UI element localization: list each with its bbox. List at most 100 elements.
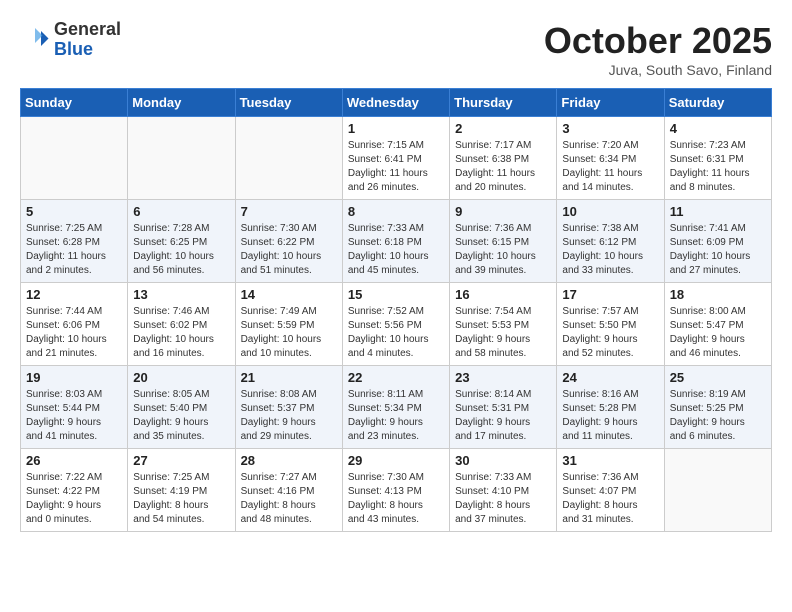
day-number: 30 (455, 453, 551, 468)
day-info: Sunrise: 8:16 AM Sunset: 5:28 PM Dayligh… (562, 388, 658, 444)
day-info: Sunrise: 7:36 AM Sunset: 4:07 PM Dayligh… (562, 471, 658, 527)
day-info: Sunrise: 7:20 AM Sunset: 6:34 PM Dayligh… (562, 139, 658, 195)
day-number: 17 (562, 287, 658, 302)
weekday-header-friday: Friday (557, 89, 664, 117)
day-info: Sunrise: 7:27 AM Sunset: 4:16 PM Dayligh… (241, 471, 337, 527)
day-info: Sunrise: 7:33 AM Sunset: 6:18 PM Dayligh… (348, 222, 444, 278)
day-info: Sunrise: 8:11 AM Sunset: 5:34 PM Dayligh… (348, 388, 444, 444)
day-number: 7 (241, 204, 337, 219)
day-info: Sunrise: 7:15 AM Sunset: 6:41 PM Dayligh… (348, 139, 444, 195)
day-number: 3 (562, 121, 658, 136)
title-block: October 2025 Juva, South Savo, Finland (544, 20, 772, 78)
weekday-header-saturday: Saturday (664, 89, 771, 117)
month-title: October 2025 (544, 20, 772, 62)
calendar-week-row: 12 Sunrise: 7:44 AM Sunset: 6:06 PM Dayli… (21, 283, 772, 366)
calendar-cell: 22 Sunrise: 8:11 AM Sunset: 5:34 PM Dayli… (342, 366, 449, 449)
calendar-week-row: 5Sunrise: 7:25 AM Sunset: 6:28 PM Daylig… (21, 200, 772, 283)
day-info: Sunrise: 7:30 AM Sunset: 4:13 PM Dayligh… (348, 471, 444, 527)
day-number: 2 (455, 121, 551, 136)
logo: General Blue (20, 20, 121, 60)
day-info: Sunrise: 7:44 AM Sunset: 6:06 PM Dayligh… (26, 305, 122, 361)
day-number: 27 (133, 453, 229, 468)
day-info: Sunrise: 7:49 AM Sunset: 5:59 PM Dayligh… (241, 305, 337, 361)
day-info: Sunrise: 7:57 AM Sunset: 5:50 PM Dayligh… (562, 305, 658, 361)
day-number: 11 (670, 204, 766, 219)
day-number: 15 (348, 287, 444, 302)
calendar-cell: 20 Sunrise: 8:05 AM Sunset: 5:40 PM Dayli… (128, 366, 235, 449)
weekday-header-monday: Monday (128, 89, 235, 117)
day-info: Sunrise: 7:23 AM Sunset: 6:31 PM Dayligh… (670, 139, 766, 195)
day-number: 20 (133, 370, 229, 385)
calendar-cell: 9 Sunrise: 7:36 AM Sunset: 6:15 PM Daylig… (450, 200, 557, 283)
day-info: Sunrise: 7:17 AM Sunset: 6:38 PM Dayligh… (455, 139, 551, 195)
day-number: 16 (455, 287, 551, 302)
day-number: 9 (455, 204, 551, 219)
day-number: 18 (670, 287, 766, 302)
day-info: Sunrise: 7:28 AM Sunset: 6:25 PM Dayligh… (133, 222, 229, 278)
day-number: 4 (670, 121, 766, 136)
day-info: Sunrise: 7:38 AM Sunset: 6:12 PM Dayligh… (562, 222, 658, 278)
day-number: 29 (348, 453, 444, 468)
calendar-cell: 29 Sunrise: 7:30 AM Sunset: 4:13 PM Dayli… (342, 449, 449, 532)
day-info: Sunrise: 7:25 AM Sunset: 4:19 PM Dayligh… (133, 471, 229, 527)
calendar-week-row: 26 Sunrise: 7:22 AM Sunset: 4:22 PM Dayli… (21, 449, 772, 532)
day-info: Sunrise: 7:54 AM Sunset: 5:53 PM Dayligh… (455, 305, 551, 361)
day-info: Sunrise: 8:19 AM Sunset: 5:25 PM Dayligh… (670, 388, 766, 444)
calendar-cell: 8Sunrise: 7:33 AM Sunset: 6:18 PM Daylig… (342, 200, 449, 283)
day-number: 26 (26, 453, 122, 468)
day-info: Sunrise: 7:30 AM Sunset: 6:22 PM Dayligh… (241, 222, 337, 278)
calendar-cell: 2 Sunrise: 7:17 AM Sunset: 6:38 PM Daylig… (450, 117, 557, 200)
day-number: 22 (348, 370, 444, 385)
day-info: Sunrise: 7:22 AM Sunset: 4:22 PM Dayligh… (26, 471, 122, 527)
calendar-cell: 19 Sunrise: 8:03 AM Sunset: 5:44 PM Dayli… (21, 366, 128, 449)
logo-blue-text: Blue (54, 40, 121, 60)
day-number: 31 (562, 453, 658, 468)
day-number: 13 (133, 287, 229, 302)
day-number: 6 (133, 204, 229, 219)
calendar-cell: 4 Sunrise: 7:23 AM Sunset: 6:31 PM Daylig… (664, 117, 771, 200)
calendar-cell: 6 Sunrise: 7:28 AM Sunset: 6:25 PM Daylig… (128, 200, 235, 283)
calendar-cell: 30 Sunrise: 7:33 AM Sunset: 4:10 PM Dayli… (450, 449, 557, 532)
page-header: General Blue October 2025 Juva, South Sa… (20, 20, 772, 78)
calendar-header-row: SundayMondayTuesdayWednesdayThursdayFrid… (21, 89, 772, 117)
day-info: Sunrise: 7:33 AM Sunset: 4:10 PM Dayligh… (455, 471, 551, 527)
day-number: 12 (26, 287, 122, 302)
calendar-cell: 24 Sunrise: 8:16 AM Sunset: 5:28 PM Dayli… (557, 366, 664, 449)
day-info: Sunrise: 8:03 AM Sunset: 5:44 PM Dayligh… (26, 388, 122, 444)
calendar-cell (664, 449, 771, 532)
weekday-header-wednesday: Wednesday (342, 89, 449, 117)
day-info: Sunrise: 7:46 AM Sunset: 6:02 PM Dayligh… (133, 305, 229, 361)
calendar-cell: 11 Sunrise: 7:41 AM Sunset: 6:09 PM Dayli… (664, 200, 771, 283)
day-number: 19 (26, 370, 122, 385)
calendar-cell: 12 Sunrise: 7:44 AM Sunset: 6:06 PM Dayli… (21, 283, 128, 366)
logo-general-text: General (54, 20, 121, 40)
day-info: Sunrise: 7:36 AM Sunset: 6:15 PM Dayligh… (455, 222, 551, 278)
logo-icon (20, 25, 50, 55)
calendar-cell: 13 Sunrise: 7:46 AM Sunset: 6:02 PM Dayli… (128, 283, 235, 366)
day-info: Sunrise: 8:14 AM Sunset: 5:31 PM Dayligh… (455, 388, 551, 444)
calendar-cell: 26 Sunrise: 7:22 AM Sunset: 4:22 PM Dayli… (21, 449, 128, 532)
calendar-cell: 31 Sunrise: 7:36 AM Sunset: 4:07 PM Dayli… (557, 449, 664, 532)
day-info: Sunrise: 8:08 AM Sunset: 5:37 PM Dayligh… (241, 388, 337, 444)
day-info: Sunrise: 7:52 AM Sunset: 5:56 PM Dayligh… (348, 305, 444, 361)
calendar-cell: 21Sunrise: 8:08 AM Sunset: 5:37 PM Dayli… (235, 366, 342, 449)
calendar-cell (128, 117, 235, 200)
location-subtitle: Juva, South Savo, Finland (544, 62, 772, 78)
calendar-cell: 27 Sunrise: 7:25 AM Sunset: 4:19 PM Dayli… (128, 449, 235, 532)
day-info: Sunrise: 8:05 AM Sunset: 5:40 PM Dayligh… (133, 388, 229, 444)
day-info: Sunrise: 7:41 AM Sunset: 6:09 PM Dayligh… (670, 222, 766, 278)
day-number: 25 (670, 370, 766, 385)
calendar-cell (21, 117, 128, 200)
calendar-cell: 14 Sunrise: 7:49 AM Sunset: 5:59 PM Dayli… (235, 283, 342, 366)
calendar-cell: 23 Sunrise: 8:14 AM Sunset: 5:31 PM Dayli… (450, 366, 557, 449)
day-number: 23 (455, 370, 551, 385)
calendar-cell: 10Sunrise: 7:38 AM Sunset: 6:12 PM Dayli… (557, 200, 664, 283)
day-number: 14 (241, 287, 337, 302)
day-number: 24 (562, 370, 658, 385)
calendar-cell (235, 117, 342, 200)
weekday-header-thursday: Thursday (450, 89, 557, 117)
day-number: 28 (241, 453, 337, 468)
day-number: 5 (26, 204, 122, 219)
calendar-cell: 16 Sunrise: 7:54 AM Sunset: 5:53 PM Dayli… (450, 283, 557, 366)
calendar-cell: 7 Sunrise: 7:30 AM Sunset: 6:22 PM Daylig… (235, 200, 342, 283)
